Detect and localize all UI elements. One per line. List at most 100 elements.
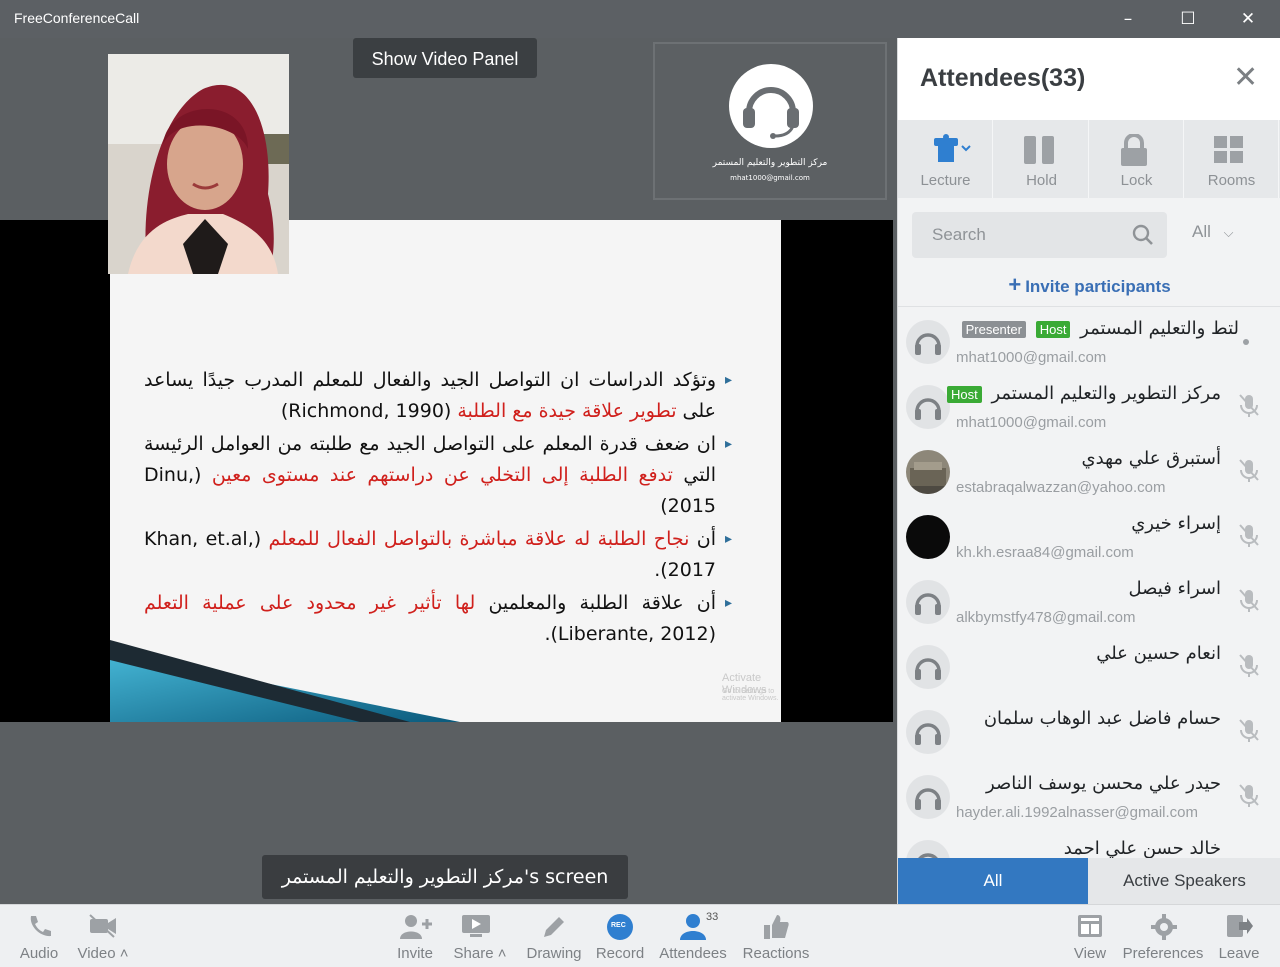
slide-bullet: أن نجاح الطلبة له علاقة مباشرة بالتواصل … (144, 524, 732, 586)
attendee-row[interactable]: لتط والتعليم المستمر Host Presenter mhat… (898, 308, 1280, 373)
view-button[interactable]: View (1068, 905, 1112, 967)
share-button[interactable]: Share ˄ (446, 905, 514, 967)
rooms-icon (1214, 136, 1243, 163)
preferences-button[interactable]: Preferences (1118, 905, 1208, 967)
attendees-button[interactable]: 33 Attendees (654, 905, 732, 967)
status-dot-icon (1243, 339, 1249, 345)
view-label: View (1073, 945, 1107, 962)
show-video-panel-button[interactable]: Show Video Panel (353, 38, 537, 78)
close-window-button[interactable]: ✕ (1228, 6, 1268, 32)
chevron-up-icon: ˄ (119, 945, 129, 962)
lock-label: Lock (1120, 172, 1153, 189)
attendee-name: حيدر علي محسن يوسف الناصر (986, 773, 1221, 794)
lock-button[interactable]: Lock (1089, 120, 1184, 198)
attendee-email: estabraqalwazzan@yahoo.com (956, 479, 1166, 496)
video-label: Video ˄ (77, 945, 129, 962)
mic-muted-icon[interactable] (1238, 783, 1260, 809)
tile-email: mhat1000@gmail.com (730, 174, 810, 182)
gear-icon (1151, 914, 1177, 940)
attendee-row[interactable]: انعام حسين علي (898, 633, 1280, 698)
mic-muted-icon[interactable] (1238, 588, 1260, 614)
screen-owner-label: مركز التطوير والتعليم المستمر's screen (262, 855, 628, 899)
share-screen-icon (462, 915, 490, 937)
invite-label: Invite (397, 945, 433, 962)
invite-button[interactable]: Invite (390, 905, 440, 967)
close-panel-button[interactable]: ✕ (1233, 60, 1258, 95)
thumbs-up-icon (764, 915, 789, 939)
attendee-row[interactable]: أستبرق علي مهدي estabraqalwazzan@yahoo.c… (898, 438, 1280, 503)
attendee-row[interactable]: اسراء فيصل alkbymstfy478@gmail.com (898, 568, 1280, 633)
drawing-label: Drawing (526, 945, 582, 962)
rooms-button[interactable]: Rooms (1184, 120, 1279, 198)
reactions-button[interactable]: Reactions (738, 905, 814, 967)
leave-label: Leave (1218, 945, 1260, 962)
attendee-email: hayder.ali.1992alnasser@gmail.com (956, 804, 1199, 821)
mic-muted-icon[interactable] (1238, 653, 1260, 679)
attendee-name: حسام فاضل عبد الوهاب سلمان (983, 708, 1221, 729)
preferences-label: Preferences (1122, 945, 1204, 962)
attendees-count: 33 (706, 911, 719, 923)
bottom-toolbar: Audio Video ˄ Invite Share ˄ Drawing REC… (0, 904, 1280, 967)
attendee-name: اسراء فيصل (1128, 578, 1221, 599)
presenter-badge: Presenter (961, 320, 1026, 338)
main-stage: وتؤكد الدراسات ان التواصل الجيد والفعال … (0, 38, 897, 904)
tile-name: مركز التطوير والتعليم المستمر (712, 158, 828, 168)
attendee-row[interactable]: إسراء خيري kh.kh.esraa84@gmail.com (898, 503, 1280, 568)
maximize-button[interactable]: ☐ (1168, 6, 1208, 32)
lecture-label: Lecture (920, 172, 971, 189)
attendee-row[interactable]: حيدر علي محسن يوسف الناصر hayder.ali.199… (898, 763, 1280, 828)
app-window: FreeConferenceCall – ☐ ✕ وتؤكد الدراسات … (0, 0, 1280, 967)
hold-button[interactable]: Hold (994, 120, 1089, 198)
drawing-button[interactable]: Drawing (522, 905, 586, 967)
rooms-label: Rooms (1207, 172, 1256, 189)
attendee-name: لتط والتعليم المستمر Host Presenter (939, 318, 1239, 339)
attendee-name: خالد حسن علي احمد (1063, 838, 1221, 858)
attendee-tabs: All Active Speakers (898, 858, 1280, 904)
panel-header: Attendees(33) ✕ (898, 38, 1280, 120)
record-button[interactable]: REC Record (592, 905, 648, 967)
attendee-row[interactable]: حسام فاضل عبد الوهاب سلمان (898, 698, 1280, 763)
pause-icon (1024, 136, 1054, 164)
hold-label: Hold (1026, 172, 1057, 189)
reactions-label: Reactions (742, 945, 810, 962)
video-button[interactable]: Video ˄ (68, 905, 138, 967)
filter-dropdown[interactable]: All ⌵ (1192, 222, 1234, 242)
attendee-list: لتط والتعليم المستمر Host Presenter mhat… (898, 308, 1280, 858)
mic-muted-icon[interactable] (1238, 393, 1260, 419)
attendee-row[interactable]: مركز التطوير والتعليم المستمر Host mhat1… (898, 373, 1280, 438)
search-input[interactable] (912, 212, 1132, 258)
chevron-up-icon: ˄ (497, 945, 507, 962)
mic-muted-icon[interactable] (1238, 718, 1260, 744)
phone-icon (30, 916, 51, 937)
search-box (912, 212, 1167, 258)
attendee-email: kh.kh.esraa84@gmail.com (956, 544, 1134, 561)
lock-icon (1121, 134, 1147, 166)
attendee-email: mhat1000@gmail.com (956, 349, 1107, 366)
participant-tile[interactable]: مركز التطوير والتعليم المستمر mhat1000@g… (653, 42, 887, 200)
search-icon[interactable] (1132, 224, 1154, 246)
slide-bullet: ان ضعف قدرة المعلم على التواصل الجيد مع … (144, 429, 732, 522)
headset-icon (729, 64, 813, 148)
audio-button[interactable]: Audio (12, 905, 66, 967)
lecture-button[interactable]: Lecture (898, 120, 993, 198)
invite-participants-link[interactable]: + Invite participants (898, 272, 1280, 298)
attendee-email: alkbymstfy478@gmail.com (956, 609, 1136, 626)
minimize-button[interactable]: – (1108, 6, 1148, 32)
leave-button[interactable]: Leave (1214, 905, 1264, 967)
attendee-name: أستبرق علي مهدي (1081, 448, 1221, 469)
tab-active-speakers[interactable]: Active Speakers (1088, 858, 1280, 904)
mic-muted-icon[interactable] (1238, 523, 1260, 549)
add-user-icon (400, 915, 432, 939)
panel-title: Attendees(33) (920, 64, 1086, 92)
audio-label: Audio (19, 945, 59, 962)
attendee-row[interactable]: خالد حسن علي احمد (898, 828, 1280, 858)
attendee-name: إسراء خيري (1131, 513, 1221, 534)
presenter-video-image (108, 54, 289, 274)
attendees-label: Attendees (659, 945, 727, 962)
slide-text: وتؤكد الدراسات ان التواصل الجيد والفعال … (144, 365, 732, 652)
tab-all[interactable]: All (898, 858, 1088, 904)
attendee-email: mhat1000@gmail.com (956, 414, 1107, 431)
mic-muted-icon[interactable] (1238, 458, 1260, 484)
user-icon (680, 914, 706, 940)
leave-icon (1227, 915, 1253, 937)
